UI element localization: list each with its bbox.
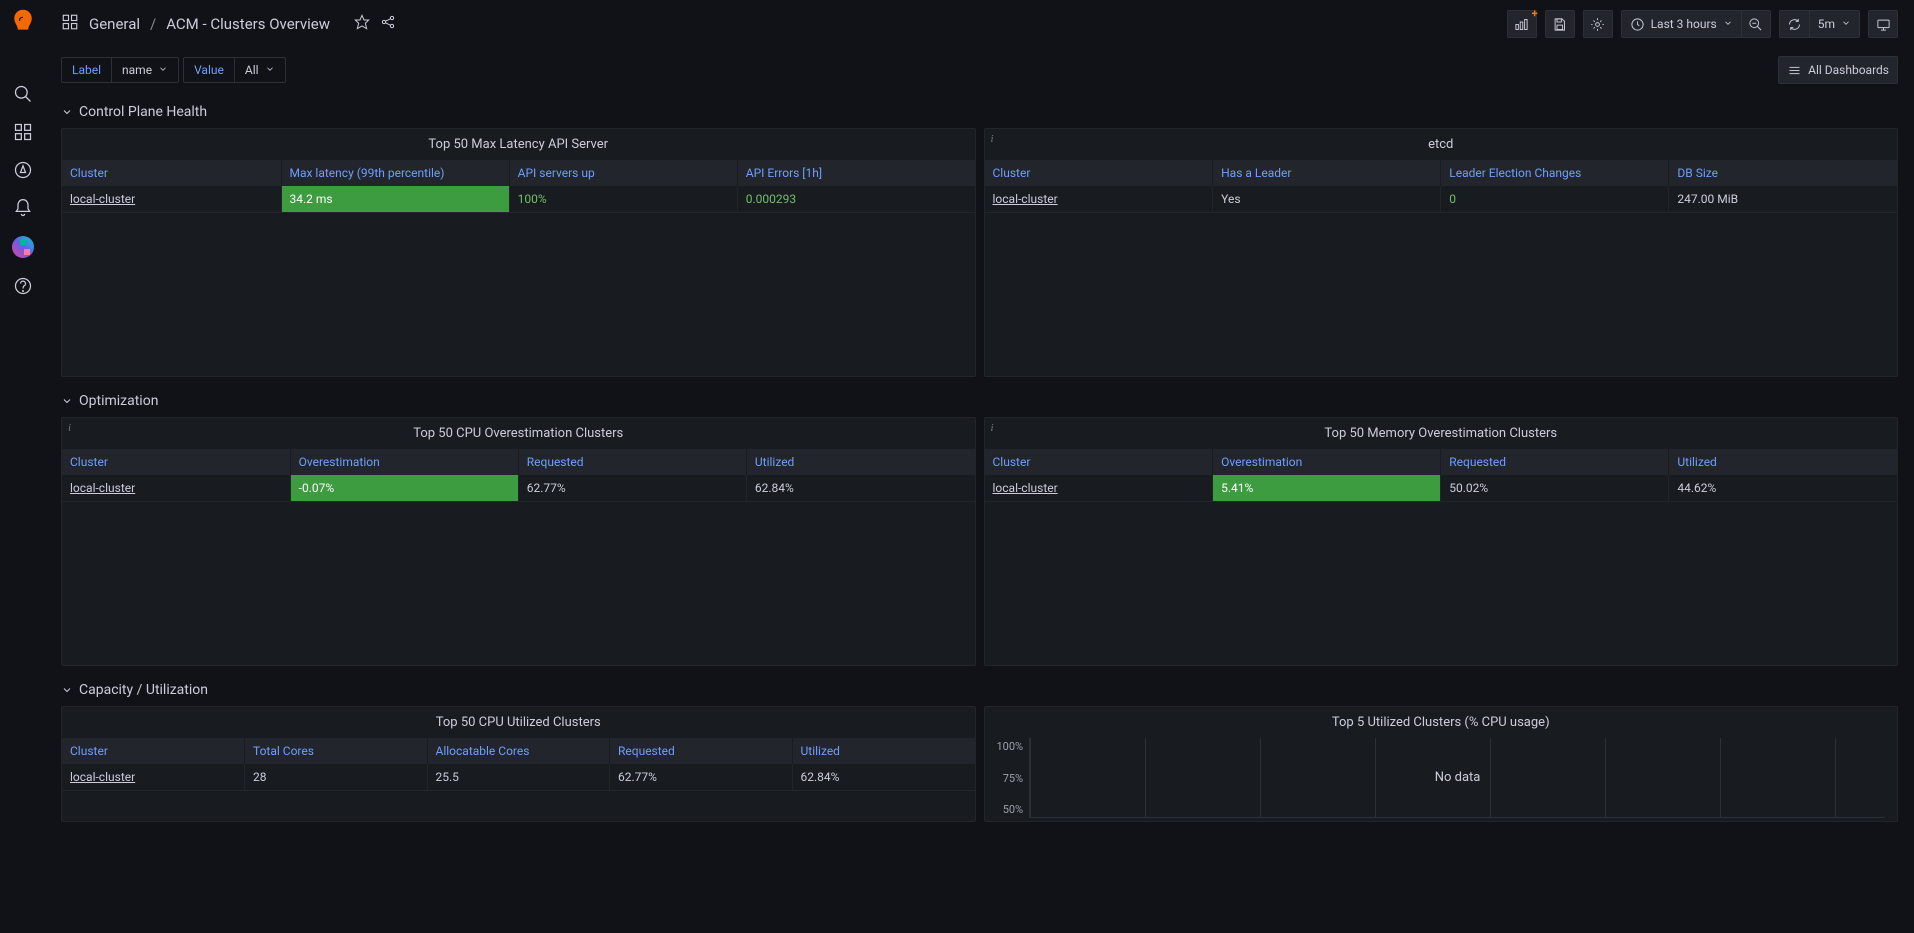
breadcrumb-title: ACM - Clusters Overview xyxy=(166,15,330,33)
panel-mem-overestimation: i Top 50 Memory Overestimation Clusters … xyxy=(984,417,1899,666)
variable-value-label: Value xyxy=(183,57,234,83)
variable-value-select[interactable]: All xyxy=(234,57,286,83)
alerting-icon[interactable] xyxy=(13,198,33,218)
dashboards-icon[interactable] xyxy=(13,122,33,142)
col-requested[interactable]: Requested xyxy=(610,738,793,764)
table-row: local-cluster -0.07% 62.77% 62.84% xyxy=(62,475,975,502)
col-cluster[interactable]: Cluster xyxy=(62,738,245,764)
cluster-link[interactable]: local-cluster xyxy=(985,186,1213,213)
chevron-down-icon xyxy=(1841,17,1851,31)
col-total[interactable]: Total Cores xyxy=(245,738,428,764)
row-optimization[interactable]: Optimization xyxy=(61,385,1898,417)
panel-title[interactable]: Top 50 CPU Overestimation Clusters xyxy=(62,418,975,449)
table-row: local-cluster Yes 0 247.00 MiB xyxy=(985,186,1898,213)
time-range-picker[interactable]: Last 3 hours xyxy=(1621,10,1741,38)
breadcrumb-folder[interactable]: General xyxy=(89,15,140,33)
panel-title[interactable]: Top 5 Utilized Clusters (% CPU usage) xyxy=(985,707,1898,738)
toolbar: Last 3 hours 5m xyxy=(1507,10,1898,38)
no-data-label: No data xyxy=(1435,770,1481,785)
refresh-button[interactable] xyxy=(1779,10,1809,38)
col-changes[interactable]: Leader Election Changes xyxy=(1441,160,1669,186)
dashboards-breadcrumb-icon[interactable] xyxy=(61,13,79,35)
cluster-link[interactable]: local-cluster xyxy=(62,764,245,791)
star-icon[interactable] xyxy=(354,14,370,34)
table-row: local-cluster 34.2 ms 100% 0.000293 xyxy=(62,186,975,213)
col-utilized[interactable]: Utilized xyxy=(792,738,975,764)
panel-title[interactable]: Top 50 Memory Overestimation Clusters xyxy=(985,418,1898,449)
row-capacity[interactable]: Capacity / Utilization xyxy=(61,674,1898,706)
info-icon[interactable]: i xyxy=(991,422,994,434)
col-over[interactable]: Overestimation xyxy=(290,449,518,475)
panel-cpu-overestimation: i Top 50 CPU Overestimation Clusters Clu… xyxy=(61,417,976,666)
col-utilized[interactable]: Utilized xyxy=(746,449,974,475)
chevron-down-icon xyxy=(158,63,168,77)
col-latency[interactable]: Max latency (99th percentile) xyxy=(281,160,509,186)
time-range-label: Last 3 hours xyxy=(1651,17,1717,31)
explore-icon[interactable] xyxy=(13,160,33,180)
info-icon[interactable]: i xyxy=(68,422,71,434)
col-cluster[interactable]: Cluster xyxy=(62,160,281,186)
cluster-link[interactable]: local-cluster xyxy=(62,186,281,213)
submenu: Label name Value All All Dashboards xyxy=(45,48,1914,92)
col-requested[interactable]: Requested xyxy=(1441,449,1669,475)
refresh-interval-picker[interactable]: 5m xyxy=(1809,10,1860,38)
variable-label-select[interactable]: name xyxy=(111,57,179,83)
panel-title[interactable]: Top 50 CPU Utilized Clusters xyxy=(62,707,975,738)
breadcrumb: General / ACM - Clusters Overview xyxy=(61,13,396,35)
chart-plot-area: No data xyxy=(1029,738,1885,818)
help-icon[interactable] xyxy=(13,276,33,296)
panel-cpu-utilized: Top 50 CPU Utilized Clusters Cluster Tot… xyxy=(61,706,976,822)
zoom-out-button[interactable] xyxy=(1741,10,1771,38)
grafana-logo[interactable] xyxy=(9,8,37,36)
col-requested[interactable]: Requested xyxy=(518,449,746,475)
all-dashboards-link[interactable]: All Dashboards xyxy=(1778,56,1898,84)
col-alloc[interactable]: Allocatable Cores xyxy=(427,738,610,764)
panel-title[interactable]: etcd xyxy=(985,129,1898,160)
panel-etcd: i etcd Cluster Has a Leader Leader Elect… xyxy=(984,128,1899,377)
info-icon[interactable]: i xyxy=(991,133,994,145)
add-panel-button[interactable] xyxy=(1507,10,1537,38)
refresh-interval-label: 5m xyxy=(1818,17,1835,31)
variable-label-label: Label xyxy=(61,57,111,83)
top-bar: General / ACM - Clusters Overview xyxy=(45,0,1914,48)
sidebar xyxy=(0,0,45,933)
col-over[interactable]: Overestimation xyxy=(1213,449,1441,475)
row-control-plane[interactable]: Control Plane Health xyxy=(61,96,1898,128)
user-avatar[interactable] xyxy=(12,236,34,258)
panel-api-server: Top 50 Max Latency API Server Cluster Ma… xyxy=(61,128,976,377)
cycle-view-button[interactable] xyxy=(1868,10,1898,38)
table-row: local-cluster 5.41% 50.02% 44.62% xyxy=(985,475,1898,502)
col-utilized[interactable]: Utilized xyxy=(1669,449,1897,475)
col-leader[interactable]: Has a Leader xyxy=(1213,160,1441,186)
chevron-down-icon xyxy=(265,63,275,77)
cluster-link[interactable]: local-cluster xyxy=(985,475,1213,502)
chevron-down-icon xyxy=(1723,17,1733,31)
share-icon[interactable] xyxy=(380,14,396,34)
col-errors[interactable]: API Errors [1h] xyxy=(737,160,974,186)
panel-title[interactable]: Top 50 Max Latency API Server xyxy=(62,129,975,160)
col-cluster[interactable]: Cluster xyxy=(62,449,290,475)
col-cluster[interactable]: Cluster xyxy=(985,449,1213,475)
breadcrumb-separator: / xyxy=(150,15,156,33)
table-row: local-cluster 28 25.5 62.77% 62.84% xyxy=(62,764,975,791)
search-icon[interactable] xyxy=(13,84,33,104)
col-dbsize[interactable]: DB Size xyxy=(1669,160,1897,186)
save-button[interactable] xyxy=(1545,10,1575,38)
chart-y-axis: 100% 75% 50% xyxy=(997,738,1030,818)
cluster-link[interactable]: local-cluster xyxy=(62,475,290,502)
col-cluster[interactable]: Cluster xyxy=(985,160,1213,186)
settings-button[interactable] xyxy=(1583,10,1613,38)
panel-cpu-chart: Top 5 Utilized Clusters (% CPU usage) 10… xyxy=(984,706,1899,822)
col-servers-up[interactable]: API servers up xyxy=(509,160,737,186)
